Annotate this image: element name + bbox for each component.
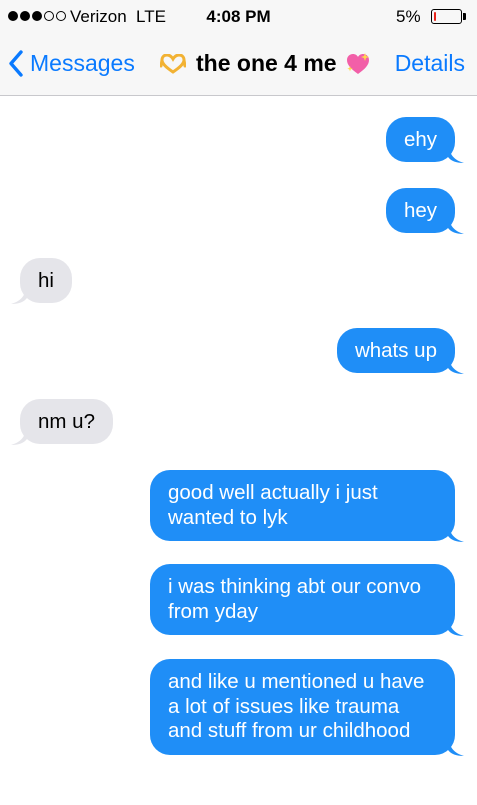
back-button[interactable]: Messages — [8, 47, 135, 79]
sparkling-heart-icon — [346, 52, 369, 74]
chevron-left-icon — [9, 49, 23, 77]
status-bar: Verizon LTE 4:08 PM 5% — [0, 0, 477, 34]
bubble-tail — [11, 286, 27, 304]
message-text: hey — [403, 199, 437, 222]
sent-message[interactable]: hey — [385, 188, 464, 234]
details-button[interactable]: Details — [395, 50, 465, 77]
bubble-tail — [448, 737, 464, 756]
message-text: whats up — [354, 339, 437, 362]
sent-message[interactable]: and like u mentioned u have a lot of iss… — [150, 659, 464, 756]
bubble-tail — [448, 145, 464, 163]
received-message[interactable]: hi — [11, 258, 72, 304]
bubble-tail — [448, 216, 464, 234]
sent-message[interactable]: good well actually i just wanted to lyk — [150, 470, 464, 542]
message-text: hi — [38, 269, 54, 292]
bubble-tail — [11, 427, 27, 445]
message-thread[interactable]: ehy hey hi whats up nm u? good well actu… — [0, 96, 477, 805]
battery-icon — [431, 9, 462, 24]
received-message[interactable]: nm u? — [11, 399, 113, 445]
message-text: i was thinking abt our convo from yday — [168, 575, 421, 623]
message-text: and like u mentioned u have a lot of iss… — [168, 670, 425, 742]
conversation-name: the one 4 me — [196, 50, 337, 76]
battery-percentage: 5% — [396, 7, 421, 26]
sent-message[interactable]: ehy — [385, 117, 464, 163]
message-text: good well actually i just wanted to lyk — [168, 481, 378, 529]
sent-message[interactable]: i was thinking abt our convo from yday — [150, 564, 464, 636]
bubble-tail — [448, 356, 464, 374]
message-text: ehy — [403, 128, 437, 151]
back-button-label: Messages — [30, 49, 135, 76]
nav-bar: Messages the one 4 me Details — [0, 34, 477, 96]
message-text: nm u? — [38, 410, 95, 433]
sent-message[interactable]: whats up — [336, 328, 464, 374]
heart-hands-icon — [160, 53, 186, 74]
battery-tip — [463, 13, 466, 20]
bubble-tail — [448, 618, 464, 636]
bubble-tail — [448, 524, 464, 542]
battery-fill — [434, 12, 436, 21]
conversation-title[interactable]: the one 4 me — [160, 50, 371, 77]
